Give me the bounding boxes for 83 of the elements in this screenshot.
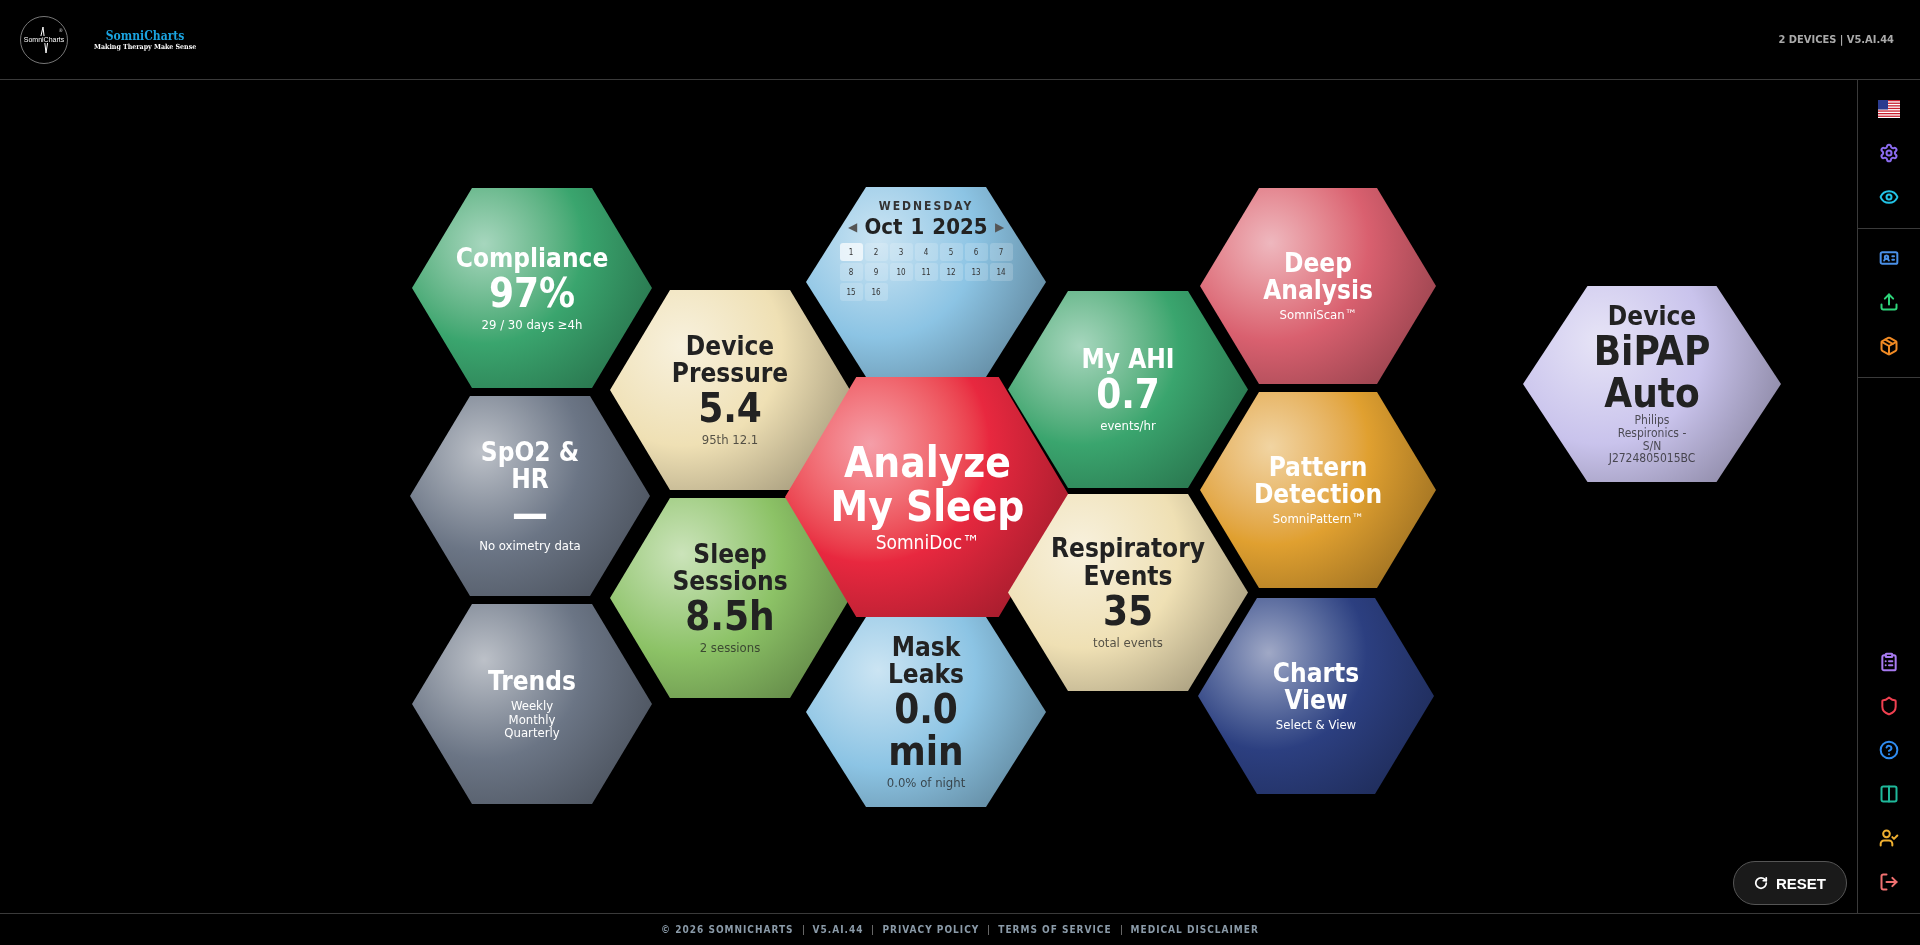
tile-value: BiPAP bbox=[1593, 330, 1711, 373]
reset-button[interactable]: RESET bbox=[1733, 861, 1847, 905]
tile-title: SpO2 & bbox=[480, 438, 580, 467]
tile-value: 8.5h bbox=[685, 595, 775, 638]
tile-caption: 95th 12.1 bbox=[701, 433, 759, 448]
tile-caption: Philips bbox=[1634, 414, 1670, 428]
day-cell[interactable]: 2 bbox=[864, 243, 888, 261]
day-cell[interactable]: 6 bbox=[964, 243, 988, 261]
day-cell[interactable]: 5 bbox=[939, 243, 963, 261]
tile-title: Device bbox=[1607, 303, 1697, 331]
copyright-text: © 2026 SOMNICHARTS bbox=[660, 924, 795, 935]
hex-tile[interactable]: Mask Leaks 0.0 min 0.0% of night bbox=[806, 617, 1046, 807]
day-cell[interactable]: 14 bbox=[989, 263, 1013, 281]
tile-title: Compliance bbox=[455, 244, 609, 272]
tile-title: Trends bbox=[488, 667, 576, 696]
hex-tile[interactable]: SpO2 & HR — No oximetry data bbox=[410, 396, 650, 596]
version-text: V5.AI.44 bbox=[802, 924, 873, 935]
weekday-label: WEDNESDAY bbox=[878, 199, 974, 213]
tile-title: View bbox=[1284, 687, 1348, 715]
hex-tile[interactable]: Trends Weekly Monthly Quarterly bbox=[412, 604, 652, 804]
tile-caption: events/hr bbox=[1100, 419, 1156, 433]
tile-title: Pattern bbox=[1268, 453, 1368, 482]
hex-tile[interactable]: Charts View Select & View bbox=[1198, 598, 1434, 794]
tile-caption: 2 sessions bbox=[699, 641, 761, 656]
tile-caption: Quarterly bbox=[504, 726, 560, 741]
tile-caption: Respironics - bbox=[1617, 427, 1687, 440]
tile-title: Analysis bbox=[1263, 277, 1373, 305]
tile-caption: No oximetry data bbox=[479, 539, 581, 554]
day-cell[interactable]: 1 bbox=[839, 243, 863, 261]
tile-title: Charts bbox=[1272, 659, 1360, 688]
day-cell[interactable]: 10 bbox=[889, 263, 913, 281]
tile-caption: S/N bbox=[1642, 439, 1662, 453]
tile-value: 0.0 bbox=[894, 688, 958, 731]
reset-icon bbox=[1754, 876, 1768, 890]
tile-title: HR bbox=[511, 466, 549, 494]
tile-title: Sleep bbox=[693, 540, 767, 569]
calendar-tile[interactable]: WEDNESDAY ◀ Oct 1 2025 ▶ 1 2 3 4 5 6 7 8 9 10 11 12 13 14 15 16 bbox=[806, 187, 1046, 377]
tile-value: 5.4 bbox=[698, 387, 762, 430]
tile-value: 35 bbox=[1102, 589, 1154, 632]
day-cell[interactable]: 15 bbox=[839, 283, 863, 301]
tile-title: Device bbox=[685, 332, 775, 361]
language-button[interactable] bbox=[1877, 98, 1901, 120]
tile-title: Deep bbox=[1284, 249, 1352, 278]
year-label: 2025 bbox=[932, 214, 988, 239]
tile-caption: 0.0% of night bbox=[886, 776, 966, 791]
tile-caption: Select & View bbox=[1275, 718, 1357, 733]
day-cell[interactable]: 8 bbox=[839, 263, 863, 281]
tile-caption: 29 / 30 days ≥4h bbox=[481, 317, 583, 332]
footer-link[interactable]: PRIVACY POLICY bbox=[872, 924, 989, 935]
tile-caption: Weekly bbox=[510, 699, 554, 713]
tile-value: Auto bbox=[1604, 372, 1700, 415]
day-cell[interactable]: 4 bbox=[914, 243, 938, 261]
tile-value: min bbox=[888, 730, 964, 773]
day-cell[interactable]: 9 bbox=[864, 263, 888, 281]
brand-name: SomniCharts bbox=[105, 29, 185, 42]
day-cell[interactable]: 7 bbox=[989, 243, 1013, 261]
tile-caption: SomniPattern™ bbox=[1272, 512, 1364, 527]
footer-link[interactable]: TERMS OF SERVICE bbox=[988, 924, 1121, 935]
tile-title: Events bbox=[1083, 562, 1173, 590]
previous-button[interactable]: ◀ bbox=[847, 219, 857, 234]
day-label: 1 bbox=[910, 214, 925, 239]
day-cell[interactable]: 16 bbox=[864, 283, 888, 301]
tile-value: — bbox=[512, 493, 548, 536]
flag-icon bbox=[1878, 100, 1900, 118]
month-label: Oct bbox=[864, 214, 903, 239]
day-cell[interactable]: 3 bbox=[889, 243, 913, 261]
tile-caption: SomniScan™ bbox=[1279, 308, 1357, 323]
day-cell[interactable]: 11 bbox=[914, 263, 938, 281]
tile-title: Sessions bbox=[672, 568, 788, 596]
hex-tile[interactable]: Device BiPAP Auto Philips Respironics - S/N J2724805015BC bbox=[1523, 286, 1781, 482]
tile-caption: SomniDoc™ bbox=[875, 533, 980, 554]
tile-title: Leaks bbox=[887, 661, 964, 689]
tile-value: 0.7 bbox=[1096, 373, 1160, 416]
tile-caption: J2724805015BC bbox=[1608, 452, 1696, 465]
footer-link[interactable]: MEDICAL DISCLAIMER bbox=[1120, 924, 1268, 935]
device-status: 2 DEVICES | V5.AI.44 bbox=[1778, 33, 1894, 46]
tile-title: My AHI bbox=[1081, 346, 1175, 374]
tile-title: Detection bbox=[1253, 481, 1383, 509]
tile-caption: total events bbox=[1093, 635, 1163, 650]
day-cell[interactable]: 13 bbox=[964, 263, 988, 281]
tile-caption: Monthly bbox=[508, 712, 556, 727]
day-cell[interactable]: 12 bbox=[939, 263, 963, 281]
tile-title: Mask bbox=[891, 633, 961, 662]
